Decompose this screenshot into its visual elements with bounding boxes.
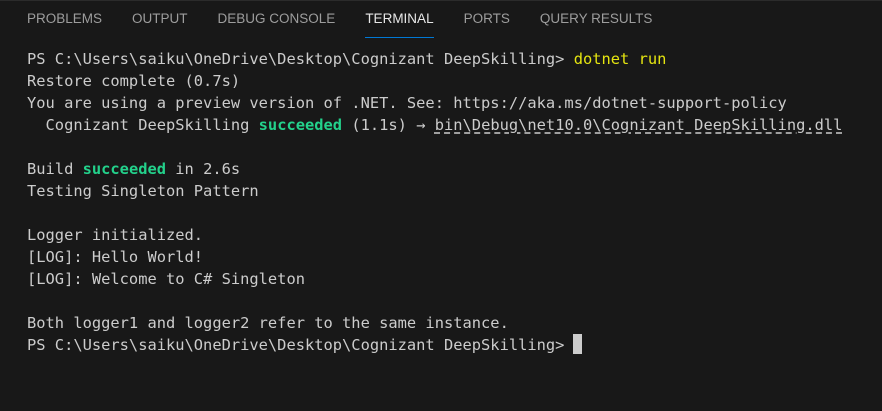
terminal-line: [LOG]: Welcome to C# Singleton bbox=[27, 270, 305, 288]
project-status: succeeded bbox=[258, 116, 343, 134]
tab-terminal[interactable]: TERMINAL bbox=[365, 1, 434, 38]
terminal-line: PS C:\Users\saiku\OneDrive\Desktop\Cogni… bbox=[27, 48, 872, 70]
tab-ports[interactable]: PORTS bbox=[464, 1, 510, 37]
terminal-line: [LOG]: Hello World! bbox=[27, 248, 204, 266]
project-name: Cognizant DeepSkilling bbox=[27, 116, 259, 134]
terminal-output[interactable]: PS C:\Users\saiku\OneDrive\Desktop\Cogni… bbox=[27, 48, 872, 411]
tab-query-results[interactable]: QUERY RESULTS bbox=[540, 1, 653, 37]
preview-message: You are using a preview version of .NET.… bbox=[27, 94, 787, 112]
build-status: succeeded bbox=[82, 160, 167, 178]
bottom-panel: PROBLEMS OUTPUT DEBUG CONSOLE TERMINAL P… bbox=[0, 0, 882, 411]
terminal-cursor bbox=[573, 334, 583, 354]
terminal-line: Testing Singleton Pattern bbox=[27, 182, 259, 200]
panel-tab-bar: PROBLEMS OUTPUT DEBUG CONSOLE TERMINAL P… bbox=[0, 1, 882, 38]
build-time: in 2.6s bbox=[166, 160, 241, 178]
tab-debug-console[interactable]: DEBUG CONSOLE bbox=[218, 1, 336, 37]
terminal-line: Both logger1 and logger2 refer to the sa… bbox=[27, 314, 509, 332]
build-label: Build bbox=[27, 160, 83, 178]
terminal-line: Cognizant DeepSkilling succeeded (1.1s) … bbox=[27, 114, 872, 136]
terminal-line: PS C:\Users\saiku\OneDrive\Desktop\Cogni… bbox=[27, 334, 872, 356]
terminal-line: Logger initialized. bbox=[27, 226, 204, 244]
terminal-line: Build succeeded in 2.6s bbox=[27, 158, 872, 180]
prompt: PS C:\Users\saiku\OneDrive\Desktop\Cogni… bbox=[27, 336, 565, 354]
prompt: PS C:\Users\saiku\OneDrive\Desktop\Cogni… bbox=[27, 50, 565, 68]
terminal-line: You are using a preview version of .NET.… bbox=[27, 92, 872, 114]
project-time: (1.1s) → bbox=[342, 116, 435, 134]
terminal-line: Restore complete (0.7s) bbox=[27, 72, 241, 90]
tab-output[interactable]: OUTPUT bbox=[132, 1, 188, 37]
tab-problems[interactable]: PROBLEMS bbox=[27, 1, 102, 37]
output-path-link[interactable]: bin\Debug\net10.0\Cognizant DeepSkilling… bbox=[435, 116, 843, 134]
command: dotnet run bbox=[573, 50, 667, 68]
